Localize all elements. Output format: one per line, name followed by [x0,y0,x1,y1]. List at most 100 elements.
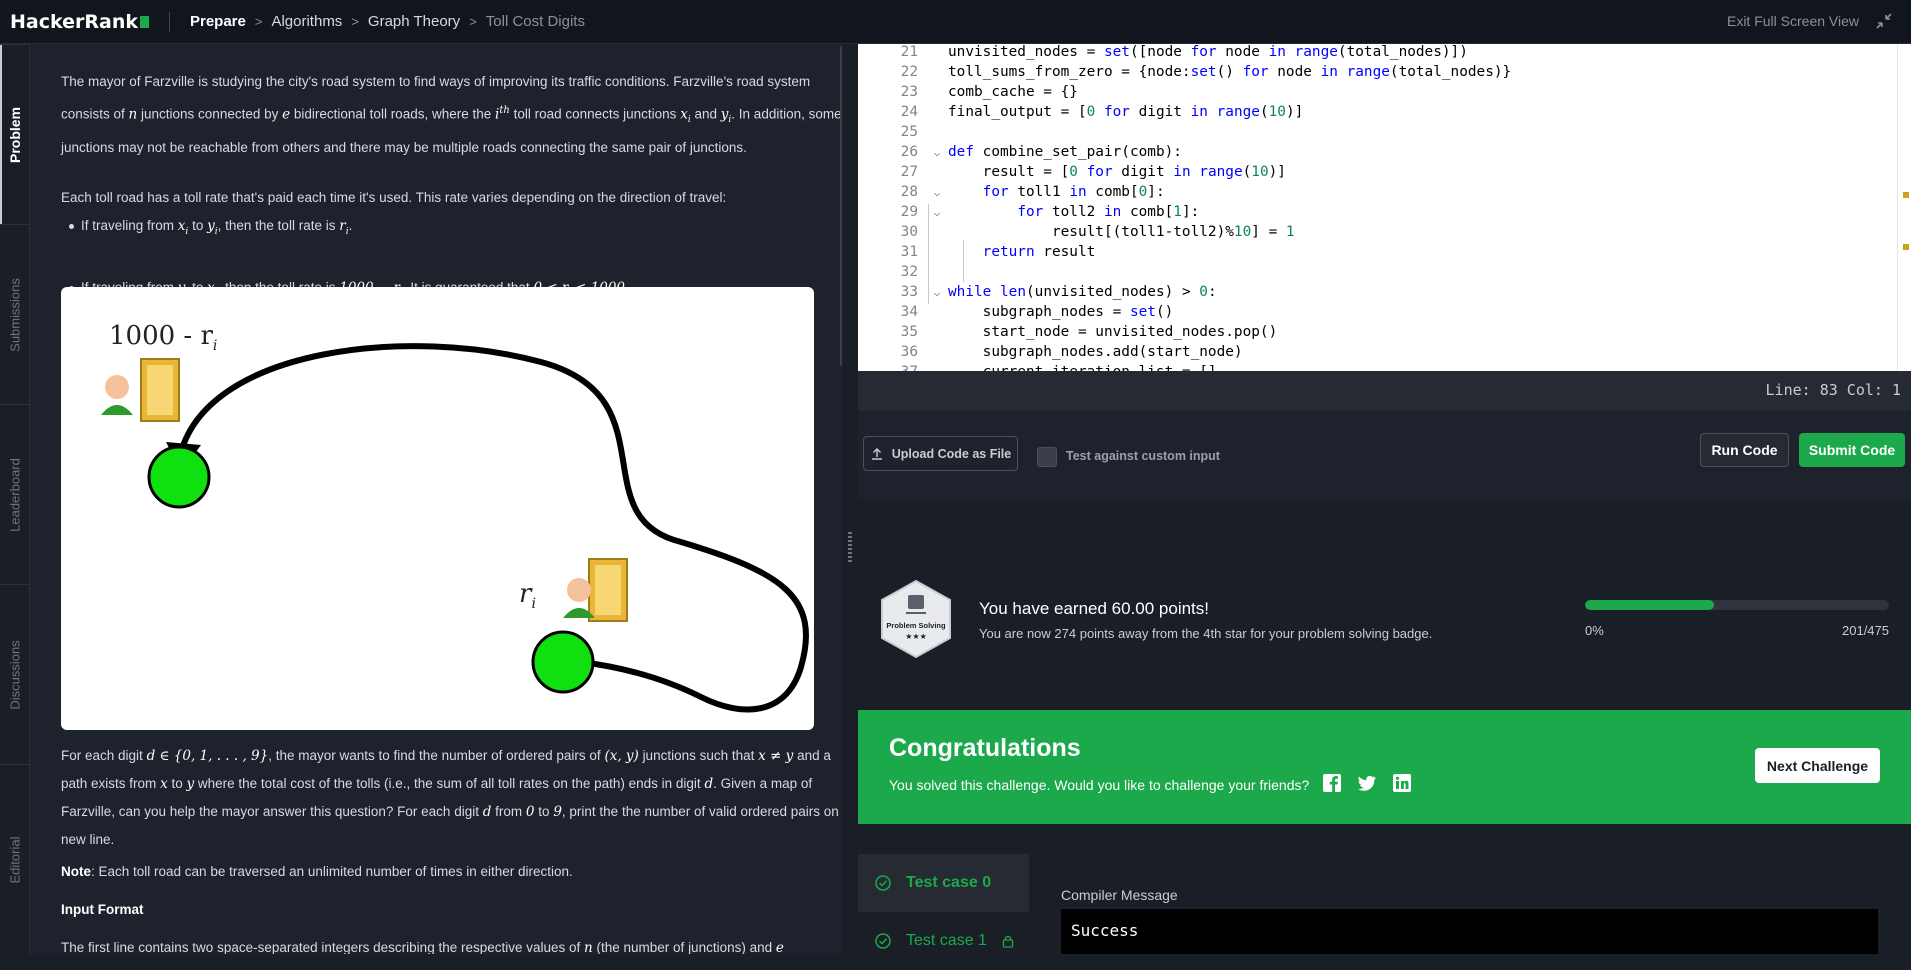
test-case-label: Test case 0 [906,874,992,891]
problem-panel: The mayor of Farzville is studying the c… [30,44,842,954]
code-line[interactable]: 24 final_output = [0 for digit in range(1… [858,102,1898,122]
code-line[interactable]: 32 [858,262,1898,282]
exit-fullscreen-icon[interactable] [1873,10,1895,32]
divider [168,11,170,32]
line-number: 29 [900,204,918,220]
congratulations-title: Congratulations [889,734,1081,762]
custom-input-label[interactable]: Test against custom input [1066,449,1220,463]
code-line[interactable]: 37 current_iteration_list = [] [858,362,1898,371]
code-line[interactable]: 21 unvisited_nodes = set([node for node i… [858,44,1898,62]
line-number: 34 [900,304,918,320]
code-line[interactable]: 35 start_node = unvisited_nodes.pop() [858,322,1898,342]
points-summary: Problem Solving ★★★ You have earned 60.0… [858,499,1911,709]
code-line[interactable]: 26 ⌵ def combine_set_pair(comb): [858,142,1898,162]
fold-chevron-icon[interactable]: ⌵ [926,143,948,163]
line-number: 30 [900,224,918,240]
fold-chevron-icon[interactable]: ⌵ [926,183,948,203]
upload-icon [871,447,882,460]
code-line[interactable]: 22 toll_sums_from_zero = {node:set() for … [858,62,1898,82]
tab-discussions[interactable]: Discussions [0,584,30,764]
progress-fill [1585,600,1714,610]
lock-icon [1002,935,1014,948]
line-number: 37 [858,362,926,371]
tab-problem[interactable]: Problem [0,44,30,224]
editor-status-bar: Line: 83 Col: 1 [858,371,1911,411]
scroll-marker [1903,244,1909,250]
code-line[interactable]: 30 result[(toll1-toll2)%10] = 1 [858,222,1898,242]
code-text: result = [0 for digit in range(10)] [948,164,1286,180]
twitter-icon[interactable] [1356,773,1376,793]
indent-guide [963,240,964,282]
line-number: 36 [900,344,918,360]
code-line[interactable]: 23 comb_cache = {} [858,82,1898,102]
facebook-icon[interactable] [1322,773,1342,793]
tab-leaderboard[interactable]: Leaderboard [0,404,30,584]
panel-splitter[interactable] [842,44,858,954]
breadcrumb-prepare[interactable]: Prepare [190,13,246,30]
tab-label: Discussions [7,639,23,710]
breadcrumb: Prepare > Algorithms > Graph Theory > To… [190,13,585,30]
code-line[interactable]: 36 subgraph_nodes.add(start_node) [858,342,1898,362]
code-line[interactable]: 27 result = [0 for digit in range(10)] [858,162,1898,182]
test-case-list: Test case 0 Test case 1 [858,854,1033,954]
line-number: 35 [900,324,918,340]
test-case-0[interactable]: Test case 0 [858,854,1029,912]
note-paragraph: Note: Each toll road can be traversed an… [61,864,573,879]
tab-label: Problem [7,106,23,163]
code-line[interactable]: 33 ⌵ while len(unvisited_nodes) > 0: [858,282,1898,302]
code-text: start_node = unvisited_nodes.pop() [948,324,1278,340]
next-challenge-button[interactable]: Next Challenge [1755,748,1880,783]
progress-start: 0% [1585,623,1604,638]
submit-code-button[interactable]: Submit Code [1799,433,1905,467]
logo-text: HackerRank [10,10,138,33]
compiler-message-output: Success [1061,909,1878,954]
code-text: comb_cache = {} [948,84,1078,100]
tab-submissions[interactable]: Submissions [0,224,30,404]
top-bar: HackerRank Prepare > Algorithms > Graph … [0,0,1911,44]
custom-input-checkbox[interactable] [1037,447,1057,467]
code-line[interactable]: 31 return result [858,242,1898,262]
side-tabs: Problem Submissions Leaderboard Discussi… [0,44,30,954]
code-editor[interactable]: 21 unvisited_nodes = set([node for node i… [858,44,1911,371]
tab-editorial[interactable]: Editorial [0,764,30,954]
problem-paragraph-1: The mayor of Farzville is studying the c… [61,74,842,156]
code-text: return result [982,244,1096,260]
fold-chevron-icon[interactable]: ⌵ [926,283,948,303]
editor-scrollbar[interactable] [1897,44,1911,371]
linkedin-icon[interactable] [1392,773,1412,793]
code-text: subgraph_nodes.add(start_node) [948,344,1243,360]
breadcrumb-current: Toll Cost Digits [485,13,585,30]
exit-fullscreen-link[interactable]: Exit Full Screen View [1727,13,1859,29]
code-line[interactable]: 25 [858,122,1898,142]
fold-chevron-icon[interactable]: ⌵ [926,203,948,223]
progress-range: 201/475 [1842,623,1889,638]
cursor-position: Line: 83 Col: 1 [1765,381,1901,399]
points-away: You are now 274 points away from the 4th… [979,626,1433,641]
run-code-button[interactable]: Run Code [1700,433,1789,467]
code-line[interactable]: 34 subgraph_nodes = set() [858,302,1898,322]
chevron-right-icon: > [254,14,263,29]
hackerrank-logo[interactable]: HackerRank [10,11,149,33]
tab-label: Leaderboard [7,457,23,532]
code-line[interactable]: 28 ⌵ for toll1 in comb[0]: [858,182,1898,202]
code-line[interactable]: 29 ⌵ for toll2 in comb[1]: [858,202,1898,222]
check-circle-icon [875,933,891,949]
line-number: 23 [900,84,918,100]
drag-handle-icon[interactable] [848,532,852,562]
points-earned: You have earned 60.00 points! [979,599,1210,618]
line-number: 22 [900,64,918,80]
badge-title: Problem Solving [886,621,946,630]
list-item: If traveling from xi to yi, then the tol… [61,212,842,246]
congratulations-banner: Congratulations You solved this challeng… [858,710,1911,824]
line-number: 21 [900,44,918,60]
code-text: current_iteration_list = [] [948,362,1217,371]
code-text: toll_sums_from_zero = {node:set() for no… [948,64,1512,80]
check-circle-icon [875,875,891,891]
test-case-1[interactable]: Test case 1 [858,912,1029,970]
upload-code-button[interactable]: Upload Code as File [863,436,1018,471]
line-number: 27 [900,164,918,180]
breadcrumb-algorithms[interactable]: Algorithms [271,13,342,30]
test-case-label: Test case 1 [906,932,987,949]
logo-square-icon [139,15,149,28]
breadcrumb-graph-theory[interactable]: Graph Theory [368,13,460,30]
